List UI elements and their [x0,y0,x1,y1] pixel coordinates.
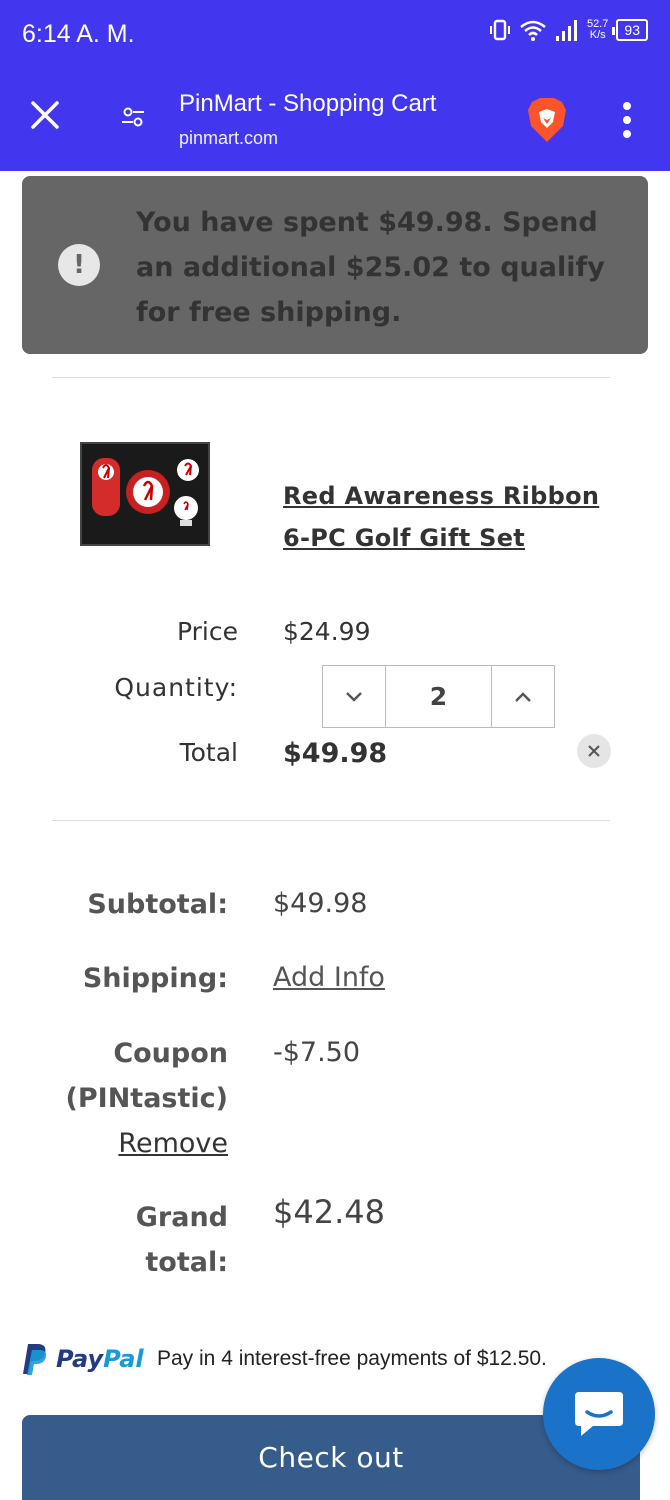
speed-unit: K/s [589,29,606,41]
vibrate-icon [490,19,510,41]
line-total-value: $49.98 [283,738,388,769]
coupon-value: -$7.50 [273,1037,361,1068]
more-menu-icon[interactable] [616,100,638,140]
grand-total-label-line2: total: [145,1247,228,1278]
quantity-stepper: 2 [322,665,555,728]
info-alert-icon: ! [58,244,100,286]
shipping-add-info-link[interactable]: Add Info [273,962,385,993]
quantity-increase-button[interactable] [492,666,554,727]
page-host[interactable]: pinmart.com [179,128,278,149]
wifi-icon [520,20,546,41]
chat-icon [575,1392,623,1436]
chevron-up-icon [515,691,531,702]
grand-total-value: $42.48 [273,1193,385,1231]
paypal-p-icon [23,1344,47,1375]
signal-icon [556,20,577,41]
quantity-input[interactable]: 2 [385,666,492,727]
price-value: $24.99 [283,617,371,646]
browser-toolbar: 6:14 A. M. 52.7 K/s 93 PinMart - Shoppin… [0,0,670,171]
quantity-decrease-button[interactable] [323,666,385,727]
shipping-label: Shipping: [82,963,228,994]
grand-total-label-line1: Grand [135,1202,228,1233]
quantity-label: Quantity: [114,673,238,702]
product-name-link[interactable]: Red Awareness Ribbon 6-PC Golf Gift Set [283,475,613,559]
close-icon [588,745,600,757]
chevron-down-icon [346,691,362,702]
status-time: 6:14 A. M. [22,20,135,48]
chat-widget-button[interactable] [543,1358,655,1470]
page-title[interactable]: PinMart - Shopping Cart [179,90,436,118]
close-icon[interactable] [28,98,62,132]
total-label: Total [179,738,238,767]
golf-set-illustration [92,458,199,526]
network-speed: 52.7 K/s [587,19,608,41]
divider [52,820,610,821]
coupon-label: Coupon [113,1038,228,1069]
paypal-word-pay: Pay [56,1345,104,1373]
paypal-word-pal: Pal [103,1345,144,1373]
paypal-wordmark: PayPal [56,1345,144,1373]
subtotal-label: Subtotal: [87,889,228,920]
subtotal-value: $49.98 [273,888,368,919]
coupon-remove-link[interactable]: Remove [118,1121,228,1166]
paypal-installments-message: Pay in 4 interest-free payments of $12.5… [157,1347,547,1370]
remove-item-button[interactable] [577,734,611,768]
product-image[interactable] [80,442,210,546]
battery-indicator: 93 [612,19,648,41]
price-label: Price [177,617,238,646]
brave-lion-icon[interactable] [526,96,568,144]
paypal-logo[interactable]: PayPal [22,1341,144,1377]
coupon-code: (PINtastic) [65,1083,228,1114]
site-settings-icon[interactable] [120,104,146,130]
status-icons: 52.7 K/s 93 [489,18,648,42]
divider [52,377,610,378]
banner-message: You have spent $49.98. Spend an addition… [136,207,605,328]
